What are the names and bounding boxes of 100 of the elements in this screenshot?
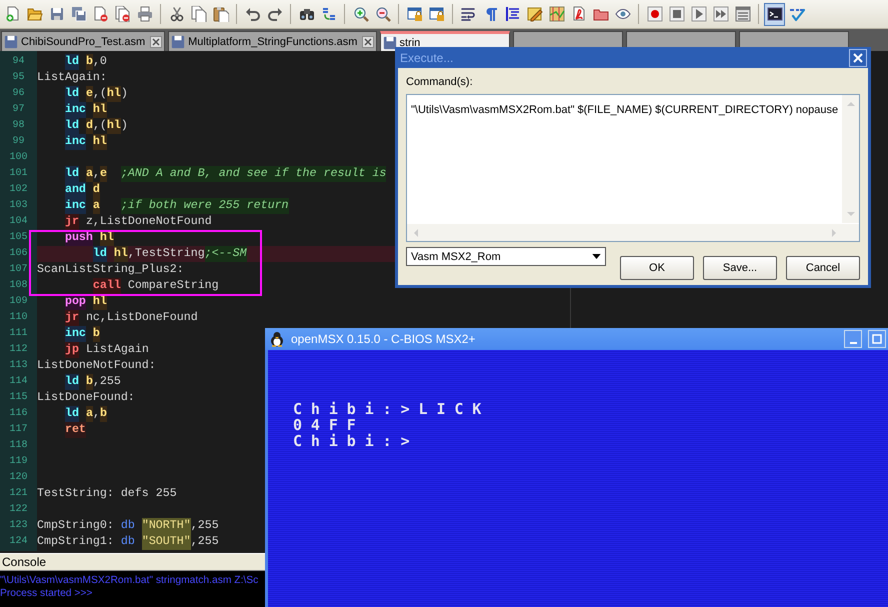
close-icon[interactable] xyxy=(150,36,162,48)
line-number: 113 xyxy=(8,359,28,373)
code-token: ld xyxy=(64,166,79,182)
code-token: inc xyxy=(64,102,86,118)
macro-list-icon xyxy=(734,6,750,22)
dialog-button[interactable]: OK xyxy=(620,256,694,280)
console-line: Process started >>> xyxy=(0,587,92,600)
redo-icon xyxy=(266,6,282,22)
screen-text: 04FF xyxy=(293,417,365,433)
code-token: and xyxy=(64,182,86,198)
command-field[interactable]: "\Utils\Vasm\vasmMSX2Rom.bat" $(FILE_NAME) $(CURRENT_DIRECTORY) nopause xyxy=(406,94,860,242)
code-token: ScanListString_Plus2: xyxy=(37,262,184,278)
code-token: ld xyxy=(64,54,79,70)
code-token: CmpString1: xyxy=(37,534,114,550)
fast-forward-icon xyxy=(712,6,728,22)
line-number: 114 xyxy=(8,375,28,389)
dialog-button[interactable]: Save... xyxy=(703,256,777,280)
undo-icon xyxy=(244,6,260,22)
code-token: ,( xyxy=(92,86,107,102)
print-icon xyxy=(136,6,152,22)
preset-dropdown[interactable]: Vasm MSX2_Rom xyxy=(406,247,606,266)
code-token: CompareString xyxy=(128,278,219,294)
line-number: 116 xyxy=(8,407,28,421)
line-number: 119 xyxy=(8,455,28,469)
code-token: db xyxy=(120,534,135,550)
close-icon xyxy=(852,52,864,64)
code-token: jr xyxy=(64,310,79,326)
code-token: z,ListDoneNotFound xyxy=(86,214,212,230)
indent-guides-icon xyxy=(504,6,520,22)
close-icon[interactable] xyxy=(362,36,374,48)
code-token: TestString: defs 255 xyxy=(37,486,177,502)
code-token: ld xyxy=(64,86,79,102)
code-token: a xyxy=(92,198,100,214)
editor-tab[interactable]: ChibiSoundPro_Test.asm xyxy=(1,31,166,51)
line-number: 97 xyxy=(11,103,26,117)
code-token: CmpString0: xyxy=(37,518,114,534)
line-number: 122 xyxy=(8,503,28,517)
line-number: 108 xyxy=(8,279,28,293)
code-token: ListDoneFound: xyxy=(37,390,135,406)
stop-icon xyxy=(668,6,684,22)
code-token: inc xyxy=(64,134,86,150)
caret-icon xyxy=(592,254,601,259)
code-token: ,255 xyxy=(92,374,121,390)
close-button[interactable] xyxy=(849,48,867,66)
zoom-in-icon xyxy=(352,6,368,22)
line-number: 98 xyxy=(11,119,26,133)
code-token: , xyxy=(92,166,100,182)
save-icon xyxy=(48,6,64,22)
spellcheck-icon xyxy=(788,6,804,22)
code-token: ) xyxy=(120,118,128,134)
copy-icon xyxy=(190,6,206,22)
line-number: 102 xyxy=(8,183,28,197)
code-token: ,( xyxy=(92,118,107,134)
code-token: b xyxy=(86,54,93,70)
console-line: "\Utils\Vasm\vasmMSX2Rom.bat" stringmatch.asm Z:\Sc xyxy=(0,574,258,587)
line-number: 99 xyxy=(11,135,26,149)
code-token: ListAgain xyxy=(86,342,149,358)
code-token: d xyxy=(86,118,93,134)
screen-text: Chibi:> xyxy=(293,433,419,449)
line-number: 105 xyxy=(8,231,28,245)
editor-tab[interactable]: Multiplatform_StringFunctions.asm xyxy=(168,31,378,51)
code-token: "NORTH" xyxy=(142,518,191,534)
code-token: a xyxy=(86,406,93,422)
maximize-button[interactable] xyxy=(868,330,886,348)
code-token: hl xyxy=(92,102,107,118)
code-token: "SOUTH" xyxy=(142,534,191,550)
minimize-button[interactable] xyxy=(844,330,862,348)
open-folder-icon xyxy=(26,6,42,22)
line-number: 124 xyxy=(8,535,28,549)
code-token: d xyxy=(92,182,100,198)
word-wrap-icon xyxy=(460,6,476,22)
dialog-button[interactable]: Cancel xyxy=(786,256,860,280)
dialog-title: Execute... xyxy=(400,50,454,64)
line-number: 120 xyxy=(8,471,28,485)
binoculars-icon xyxy=(298,6,314,22)
line-number: 115 xyxy=(8,391,28,405)
code-token: e xyxy=(100,166,107,182)
code-token: ,255 xyxy=(190,534,219,550)
line-number: 104 xyxy=(8,215,28,229)
note-pencil-icon xyxy=(526,6,542,22)
code-token: e xyxy=(86,86,93,102)
window-title: openMSX 0.15.0 - C-BIOS MSX2+ xyxy=(291,332,476,346)
line-number: 96 xyxy=(11,87,26,101)
line-number: 107 xyxy=(8,263,28,277)
line-number: 118 xyxy=(8,439,28,453)
close-file-icon xyxy=(92,6,108,22)
new-file-icon xyxy=(4,6,20,22)
line-number: 100 xyxy=(8,151,28,165)
code-token: ld xyxy=(92,246,107,262)
line-number: 121 xyxy=(8,487,28,501)
eye-icon xyxy=(614,6,630,22)
code-token: ld xyxy=(64,118,79,134)
code-token: , xyxy=(92,406,100,422)
code-token: ,0 xyxy=(92,54,107,70)
line-number: 117 xyxy=(8,423,28,437)
line-number: 111 xyxy=(8,327,28,341)
code-token: ;if both were 255 return xyxy=(120,198,289,214)
scissors-icon xyxy=(168,6,184,22)
code-token: call xyxy=(92,278,121,294)
console-toggle-button[interactable] xyxy=(764,2,785,26)
